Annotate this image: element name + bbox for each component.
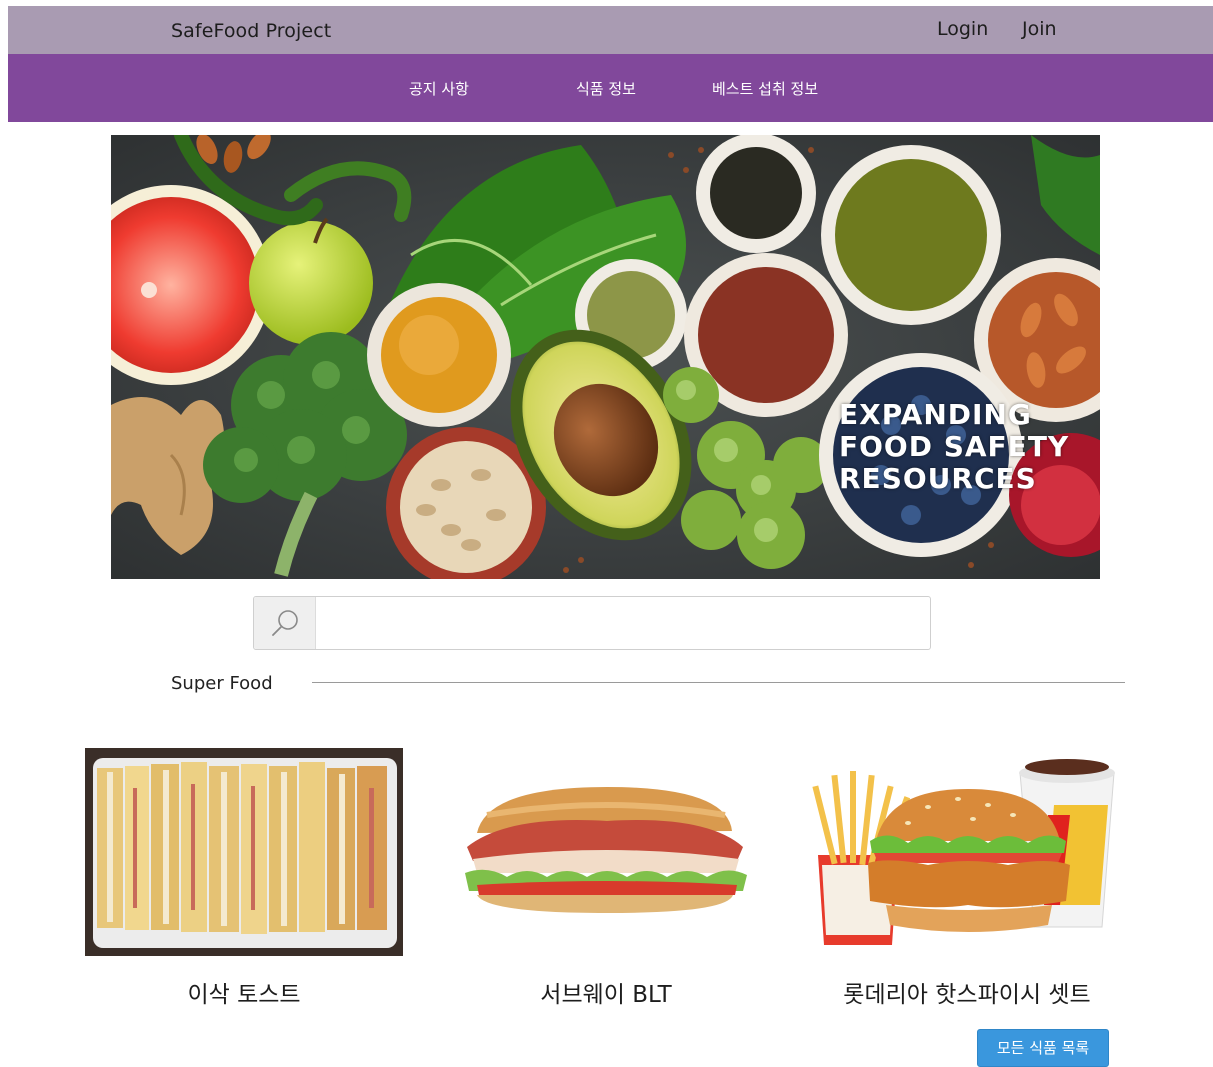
nav-item-food-info[interactable]: 식품 정보 xyxy=(576,78,636,99)
food-image-subway[interactable] xyxy=(447,745,765,957)
hero-caption-line: FOOD SAFETY xyxy=(839,430,1070,463)
hero-caption: EXPANDING FOOD SAFETY RESOURCES xyxy=(839,399,1069,495)
food-image-lotteria[interactable] xyxy=(808,745,1126,957)
search-box xyxy=(253,596,931,650)
food-name[interactable]: 이삭 토스트 xyxy=(85,975,403,1009)
hero-caption-line: EXPANDING xyxy=(839,398,1032,431)
search-input[interactable] xyxy=(316,597,928,649)
food-name[interactable]: 롯데리아 핫스파이시 셋트 xyxy=(808,975,1126,1009)
food-image-toast[interactable] xyxy=(85,748,403,956)
nav-item-notice[interactable]: 공지 사항 xyxy=(409,78,469,99)
hero-caption-line: RESOURCES xyxy=(839,462,1037,495)
join-link[interactable]: Join xyxy=(1022,18,1057,40)
section-divider xyxy=(312,682,1125,683)
all-foods-button[interactable]: 모든 식품 목록 xyxy=(977,1029,1109,1067)
sandwich-illustration xyxy=(447,745,765,957)
brand-title[interactable]: SafeFood Project xyxy=(171,20,331,42)
burger-set-illustration xyxy=(808,745,1126,957)
main-nav: 공지 사항 식품 정보 베스트 섭취 정보 xyxy=(8,54,1213,122)
toast-illustration xyxy=(85,748,403,956)
login-link[interactable]: Login xyxy=(937,18,988,40)
search-button[interactable] xyxy=(254,597,316,649)
nav-item-best-intake[interactable]: 베스트 섭취 정보 xyxy=(712,78,818,99)
hero-banner: EXPANDING FOOD SAFETY RESOURCES xyxy=(111,135,1100,579)
hero-food-illustration xyxy=(111,135,1100,579)
section-title: Super Food xyxy=(171,673,273,694)
food-name[interactable]: 서브웨이 BLT xyxy=(447,975,765,1009)
search-icon xyxy=(272,610,298,636)
top-bar: SafeFood Project Login Join xyxy=(8,6,1213,54)
